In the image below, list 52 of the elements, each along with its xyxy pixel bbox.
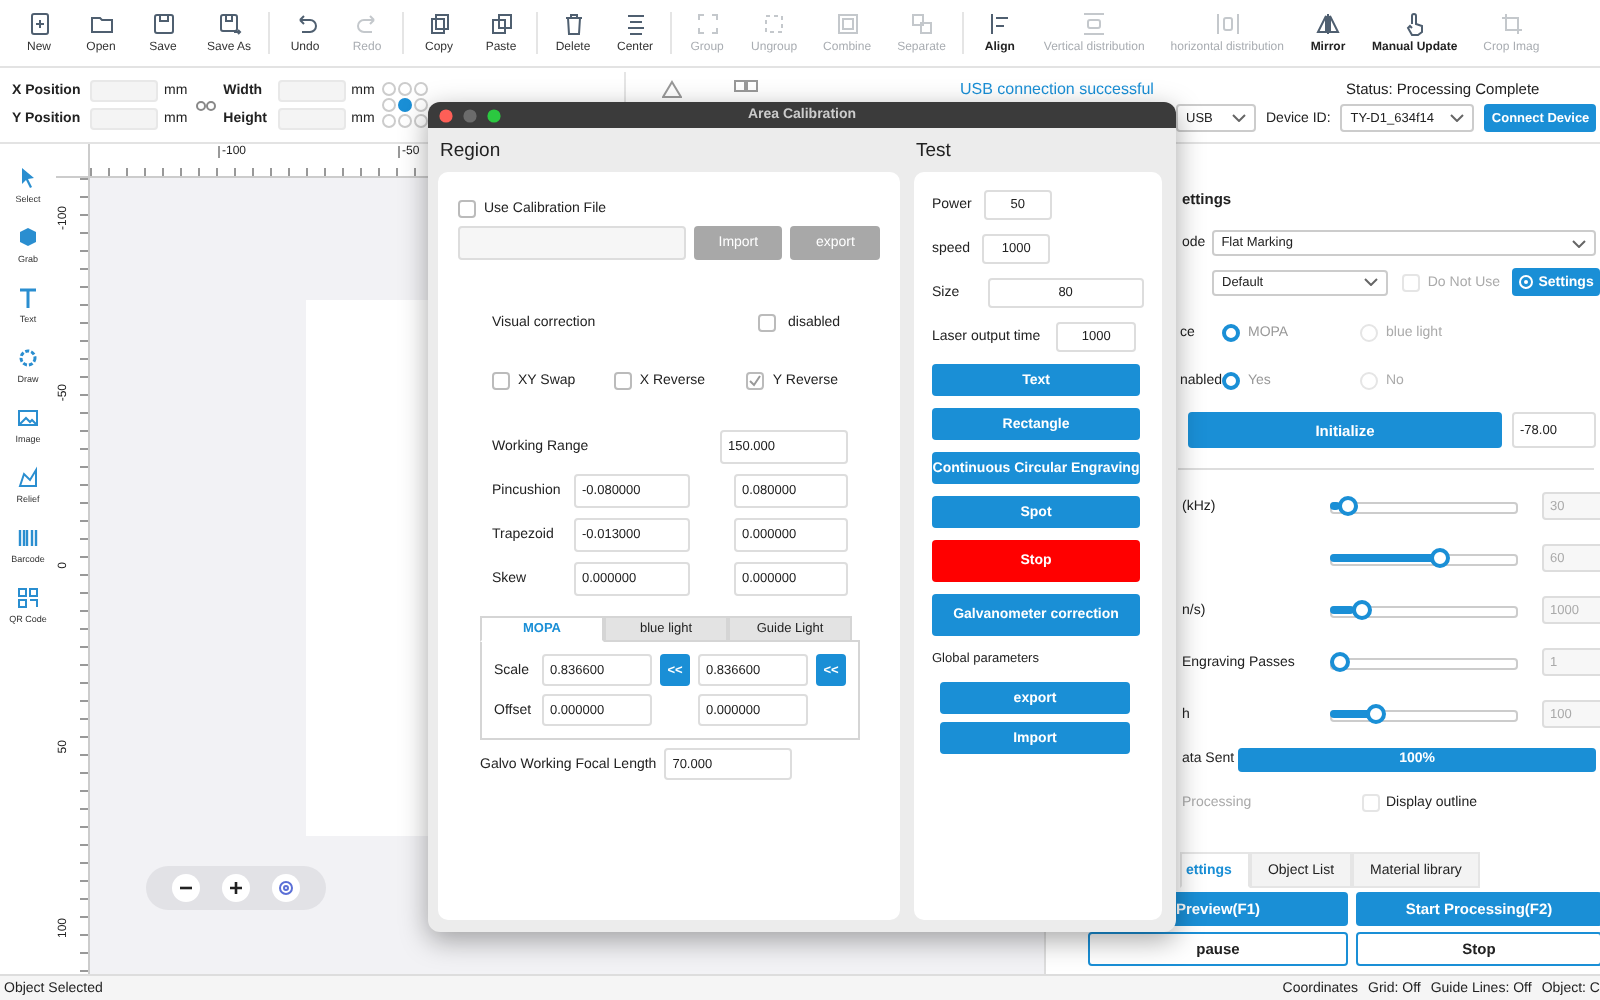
fit-view-button[interactable] [271, 874, 300, 902]
combine-icon [835, 12, 860, 36]
chevron-down-icon [1363, 278, 1378, 286]
checkbox[interactable] [613, 371, 632, 389]
slider[interactable] [1330, 496, 1518, 516]
image-icon [16, 406, 40, 430]
slider[interactable] [1330, 704, 1518, 724]
target-icon [277, 880, 294, 896]
window-controls-icon [438, 107, 506, 123]
checkbox[interactable] [492, 371, 510, 389]
plus-icon [227, 880, 244, 896]
section-heading: Test [914, 140, 953, 166]
ruler-corner [56, 144, 90, 178]
text-icon [16, 286, 40, 310]
undo-icon [293, 12, 318, 36]
qr-code-icon [16, 586, 40, 610]
chevron-down-icon [1450, 114, 1465, 122]
save-as-icon [217, 12, 241, 36]
chevron-down-icon [1232, 114, 1246, 122]
checkbox[interactable] [758, 313, 776, 331]
warning-triangle-icon [662, 80, 682, 98]
trash-icon [561, 12, 586, 36]
link-icon [195, 99, 216, 111]
separate-icon [909, 12, 934, 36]
radio-button[interactable] [1222, 323, 1240, 341]
mirror-icon [1315, 12, 1340, 36]
checkbox[interactable] [746, 371, 765, 389]
file-plus-icon [27, 12, 51, 36]
paste-icon [489, 12, 514, 36]
double-square-icon [734, 80, 758, 92]
barcode-icon [16, 526, 40, 550]
horizontal-distribution-icon [1215, 12, 1240, 36]
input-field[interactable] [458, 226, 686, 260]
zoom-in-button[interactable] [221, 874, 250, 902]
vertical-distribution-icon [1082, 12, 1107, 36]
save-icon [151, 12, 175, 36]
align-center-icon [623, 12, 648, 36]
connection-message: USB connection successful [960, 79, 1156, 97]
copy-icon [427, 12, 452, 36]
dashed-square-icon [762, 12, 787, 36]
align-left-icon [987, 12, 1012, 36]
slider[interactable] [1330, 600, 1518, 620]
zoom-out-button[interactable] [172, 874, 201, 902]
folder-icon [89, 12, 113, 36]
crop-icon [1499, 12, 1524, 36]
checkbox[interactable] [458, 199, 476, 217]
section-heading: Region [438, 140, 503, 166]
slider[interactable] [1330, 548, 1518, 568]
slider[interactable] [1330, 652, 1518, 672]
radio-button[interactable] [1222, 371, 1240, 389]
chevron-down-icon [1571, 239, 1586, 247]
redo-icon [355, 12, 380, 36]
